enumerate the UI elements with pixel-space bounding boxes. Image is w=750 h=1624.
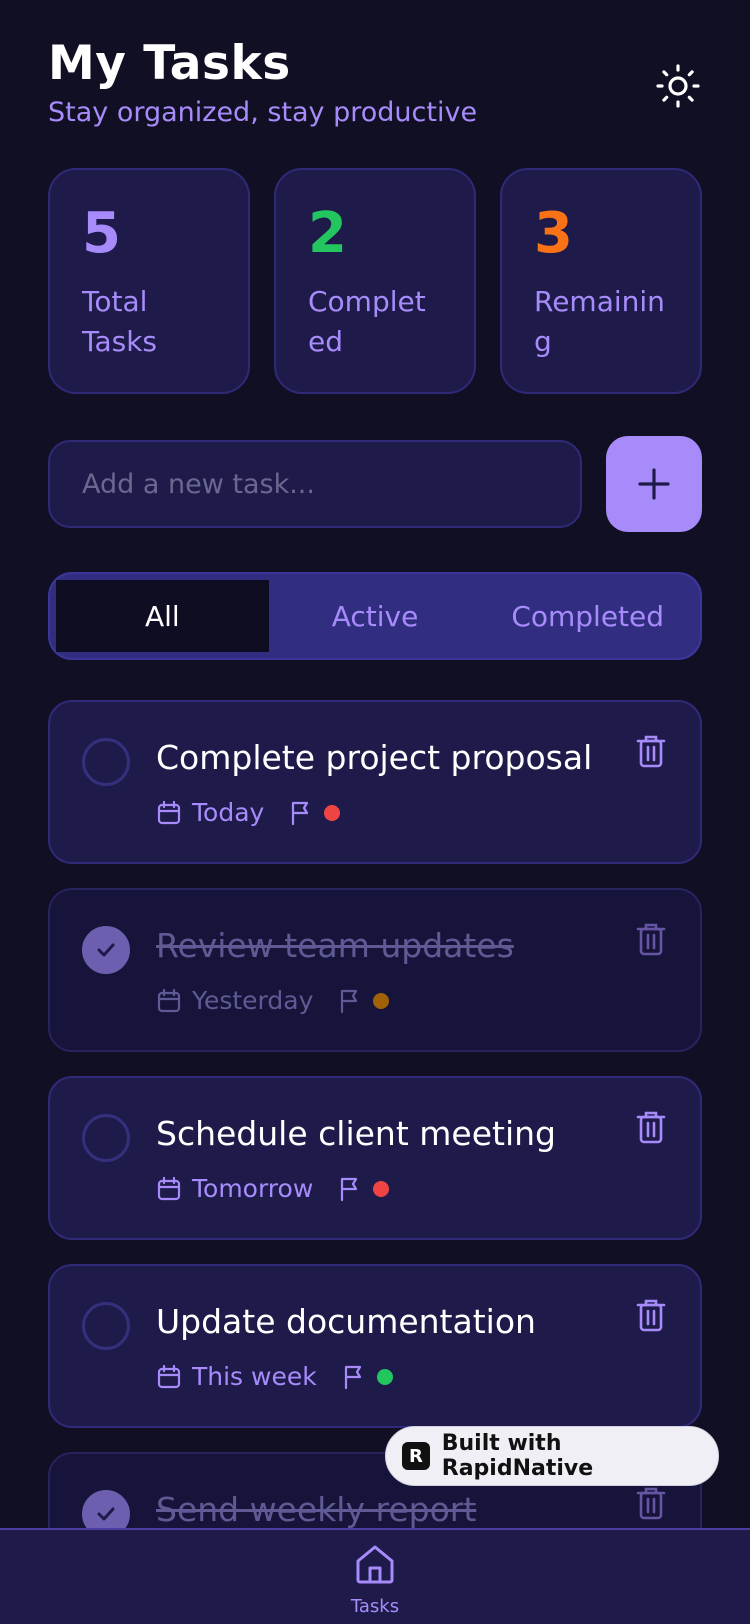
calendar-icon [157,1364,181,1388]
trash-icon [636,923,666,956]
stat-card-completed: 2 Completed [274,168,476,394]
home-icon [356,1545,394,1584]
stat-value: 3 [534,201,573,266]
task-date: Today [192,798,265,827]
task-checkbox[interactable] [82,738,130,786]
task-checkbox[interactable] [82,926,130,974]
task-item[interactable]: Schedule client meeting Tomorrow [48,1076,702,1240]
checkmark-icon [97,1507,115,1521]
priority-dot [373,1180,390,1197]
add-task-button[interactable] [606,436,702,532]
trash-icon [636,1487,666,1520]
priority-dot [324,804,341,821]
flag-icon [341,989,358,1013]
sun-icon [656,64,700,108]
flag-icon [341,1177,358,1201]
delete-task-button[interactable] [636,734,666,772]
task-meta: This week [156,1362,393,1391]
filter-tabs: All Active Completed [48,572,702,660]
task-meta: Yesterday [156,986,390,1015]
task-title: Review team updates [156,926,514,965]
task-item[interactable]: Complete project proposal Today [48,700,702,864]
plus-icon [638,468,670,500]
new-task-input[interactable] [48,440,582,528]
task-title: Complete project proposal [156,738,593,777]
delete-task-button[interactable] [636,1110,666,1148]
task-title: Send weekly report [156,1490,477,1529]
priority-dot [376,1368,393,1385]
checkmark-icon [97,943,115,957]
flag-icon [344,1365,361,1389]
trash-icon [636,735,666,768]
delete-task-button[interactable] [636,922,666,960]
nav-item-tasks[interactable]: Tasks [325,1542,425,1617]
delete-task-button[interactable] [636,1298,666,1336]
calendar-icon [157,1176,181,1200]
task-checkbox[interactable] [82,1114,130,1162]
trash-icon [636,1299,666,1332]
badge-text: Built with RapidNative [441,1431,594,1481]
tab-completed[interactable]: Completed [481,580,694,652]
calendar-icon [157,800,181,824]
task-meta: Tomorrow [156,1174,390,1203]
task-date: This week [192,1362,317,1391]
built-with-badge[interactable]: R Built with RapidNative [385,1426,719,1486]
stat-label: Remaining [534,285,665,358]
page-subtitle: Stay organized, stay productive [48,97,478,128]
task-title: Schedule client meeting [156,1114,556,1153]
task-meta: Today [156,798,341,827]
header: My Tasks Stay organized, stay productive [48,36,702,128]
task-checkbox[interactable] [82,1302,130,1350]
task-date: Tomorrow [192,1174,314,1203]
stat-card-total: 5 Total Tasks [48,168,250,394]
calendar-icon [157,988,181,1012]
trash-icon [636,1111,666,1144]
tab-all[interactable]: All [56,580,269,652]
add-task-row [48,436,702,532]
stat-value: 5 [82,201,121,266]
task-item[interactable]: Update documentation This week [48,1264,702,1428]
nav-label: Tasks [350,1596,400,1617]
theme-toggle-button[interactable] [654,62,702,110]
stat-label: Completed [308,285,426,358]
priority-dot [373,992,390,1009]
stats-row: 5 Total Tasks 2 Completed 3 Remaining [48,168,702,394]
stat-value: 2 [308,201,347,266]
task-date: Yesterday [192,986,314,1015]
delete-task-button[interactable] [636,1486,666,1524]
task-item[interactable]: Review team updates Yesterday [48,888,702,1052]
bottom-nav: Tasks [0,1528,750,1624]
tab-active[interactable]: Active [269,580,482,652]
page-title: My Tasks [48,36,291,91]
task-title: Update documentation [156,1302,536,1341]
stat-card-remaining: 3 Remaining [500,168,702,394]
rapidnative-logo-icon: R [402,1442,430,1470]
flag-icon [292,801,309,825]
stat-label: Total Tasks [82,285,158,358]
